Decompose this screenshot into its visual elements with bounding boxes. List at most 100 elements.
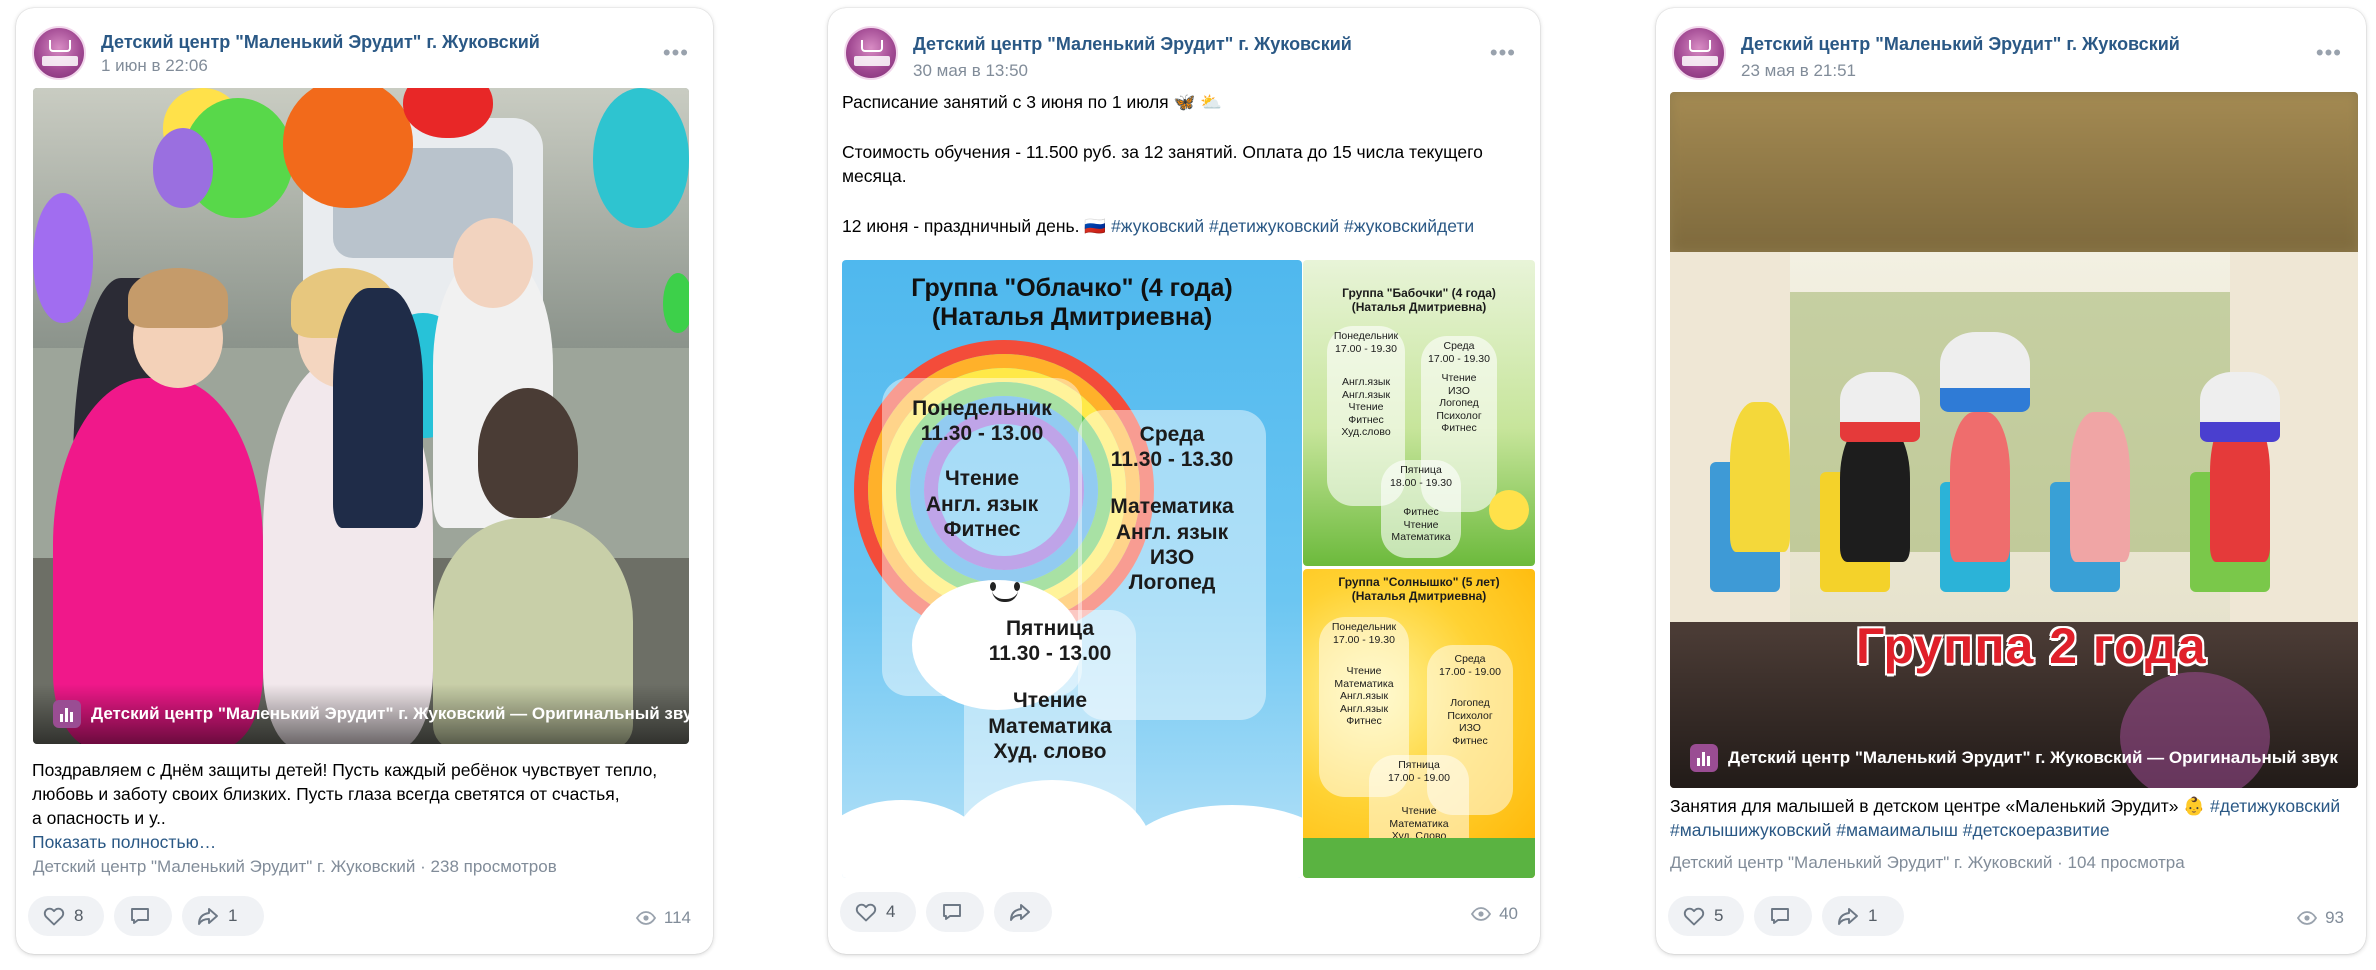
comment-icon — [1771, 908, 1789, 924]
views-counter: 114 — [635, 908, 691, 928]
balloon — [593, 88, 689, 228]
hashtag-links[interactable]: #жуковский #детижуковский #жуковскийдети — [1111, 216, 1474, 236]
actions-bar: 4 — [840, 892, 1080, 932]
post-author[interactable]: Детский центр "Маленький Эрудит" г. Жуко… — [1741, 34, 2180, 55]
schedule-title: Группа "Облачко" (4 года) (Наталья Дмитр… — [911, 274, 1233, 331]
more-icon[interactable]: ••• — [2316, 40, 2342, 66]
child — [1730, 402, 1790, 552]
share-button[interactable] — [994, 892, 1052, 932]
schedule-day: Среда 17.00 - 19.00 — [1439, 653, 1501, 678]
post-text-line: Расписание занятий с 3 июня по 1 июля 🦋 … — [842, 92, 1222, 112]
child-hair — [478, 388, 578, 518]
share-icon — [1838, 908, 1858, 925]
hashtag-links[interactable]: #малышижуковский #мамаималыш #детскоераз… — [1670, 818, 2350, 842]
more-icon[interactable]: ••• — [663, 40, 689, 66]
avatar[interactable] — [844, 26, 898, 80]
avatar[interactable] — [1672, 26, 1726, 80]
comment-button[interactable] — [114, 896, 172, 936]
balloon — [283, 88, 413, 208]
like-button[interactable]: 8 — [28, 896, 104, 936]
schedule-subjects: Чтение ИЗО Логопед Психолог Фитнес — [1436, 372, 1482, 435]
schedule-subjects: Логопед Психолог ИЗО Фитнес — [1447, 697, 1493, 747]
child-hair — [128, 268, 228, 328]
schedule-image-main[interactable]: Группа "Облачко" (4 года) (Наталья Дмитр… — [842, 260, 1302, 878]
balloon — [153, 128, 213, 208]
post-author[interactable]: Детский центр "Маленький Эрудит" г. Жуко… — [913, 34, 1352, 55]
schedule-day: Пятница 11.30 - 13.00 Чтение Математика … — [988, 617, 1112, 763]
views-counter: 40 — [1471, 904, 1518, 924]
balloon — [33, 193, 93, 323]
schedule-subjects: Чтение Математика Англ.язык Англ.язык Фи… — [1334, 665, 1394, 728]
schedule-day: Понедельник 17.00 - 19.30 — [1333, 330, 1399, 355]
post-text-line: а опасность и у.. — [32, 808, 166, 828]
share-button[interactable]: 1 — [1822, 896, 1904, 936]
schedule-day: Понедельник 11.30 - 13.00 Чтение Англ. я… — [912, 397, 1052, 541]
post-text-line: Занятия для малышей в детском центре «Ма… — [1670, 794, 2350, 818]
like-count: 8 — [74, 906, 84, 925]
child — [1840, 422, 1910, 562]
share-icon — [198, 908, 218, 925]
audio-track-label[interactable]: Детский центр "Маленький Эрудит" г. Жуко… — [91, 704, 689, 724]
post-text: Поздравляем с Днём защиты детей! Пусть к… — [32, 758, 697, 854]
schedule-image-butterflies[interactable]: Группа "Бабочки" (4 года) (Наталья Дмитр… — [1303, 260, 1535, 566]
heart-icon — [855, 903, 877, 922]
avatar[interactable] — [32, 26, 86, 80]
child-face — [453, 218, 533, 308]
paper-cloud — [2200, 372, 2280, 442]
share-button[interactable]: 1 — [182, 896, 264, 936]
schedule-subjects: Фитнес Чтение Математика — [1391, 506, 1451, 544]
post-author[interactable]: Детский центр "Маленький Эрудит" г. Жуко… — [101, 32, 540, 53]
post-card: Детский центр "Маленький Эрудит" г. Жуко… — [1656, 8, 2366, 954]
like-count: 5 — [1714, 906, 1724, 925]
child — [333, 288, 423, 528]
more-icon[interactable]: ••• — [1490, 40, 1516, 66]
post-stats: Детский центр "Маленький Эрудит" г. Жуко… — [1670, 853, 2185, 872]
like-button[interactable]: 5 — [1668, 896, 1744, 936]
like-button[interactable]: 4 — [840, 892, 916, 932]
post-date[interactable]: 23 мая в 21:51 — [1741, 61, 1856, 81]
post-header: Детский центр "Маленький Эрудит" г. Жуко… — [1672, 20, 2350, 80]
hashtag-link[interactable]: #детижуковский — [2210, 796, 2340, 816]
show-more-link[interactable]: Показать полностью… — [32, 830, 697, 854]
post-card: Детский центр "Маленький Эрудит" г. Жуко… — [16, 8, 713, 954]
schedule-day: Среда 17.00 - 19.30 — [1428, 340, 1490, 365]
video-player[interactable]: Группа 2 года Детский центр "Маленький Э… — [1670, 92, 2358, 788]
views-count: 114 — [663, 908, 691, 927]
schedule-day: Среда 11.30 - 13.30 Математика Англ. язы… — [1110, 423, 1234, 594]
audio-track-label[interactable]: Детский центр "Маленький Эрудит" г. Жуко… — [1728, 748, 2338, 768]
child — [2070, 412, 2130, 562]
comment-button[interactable] — [1754, 896, 1812, 936]
share-count: 1 — [228, 906, 238, 925]
eye-icon — [1471, 907, 1492, 921]
equalizer-icon — [53, 700, 81, 728]
video-caption: Группа 2 года — [1856, 618, 2207, 674]
like-count: 4 — [886, 902, 896, 921]
post-text-line: месяца. — [842, 166, 907, 186]
post-date[interactable]: 30 мая в 13:50 — [913, 61, 1028, 81]
share-icon — [1010, 904, 1030, 921]
post-date[interactable]: 1 июн в 22:06 — [101, 56, 208, 76]
equalizer-icon — [1690, 744, 1718, 772]
post-header: Детский центр "Маленький Эрудит" г. Жуко… — [32, 20, 697, 80]
child — [1950, 412, 2010, 562]
share-count: 1 — [1868, 906, 1878, 925]
comment-button[interactable] — [926, 892, 984, 932]
feed: Детский центр "Маленький Эрудит" г. Жуко… — [0, 0, 2376, 970]
heart-icon — [43, 907, 65, 926]
schedule-day: Пятница 18.00 - 19.30 — [1390, 464, 1452, 489]
schedule-image-sunshine[interactable]: Группа "Солнышко" (5 лет) (Наталья Дмитр… — [1303, 569, 1535, 878]
holiday-text: 12 июня - праздничный день. 🇷🇺 — [842, 216, 1107, 236]
comment-icon — [131, 908, 149, 924]
post-text-line: любовь и заботу своих близких. Пусть гла… — [32, 784, 620, 804]
eye-icon — [635, 911, 656, 925]
schedule-subjects: Англ.язык Англ.язык Чтение Фитнес Худ.сл… — [1341, 376, 1391, 439]
eye-icon — [2297, 911, 2318, 925]
schedule-title: Группа "Бабочки" (4 года) (Наталья Дмитр… — [1342, 286, 1496, 315]
post-text-line: Поздравляем с Днём защиты детей! Пусть к… — [32, 760, 658, 780]
actions-bar: 5 1 — [1668, 896, 1968, 936]
schedule-title: Группа "Солнышко" (5 лет) (Наталья Дмитр… — [1338, 575, 1500, 604]
views-count: 40 — [1499, 904, 1518, 923]
post-stats: Детский центр "Маленький Эрудит" г. Жуко… — [33, 857, 557, 876]
video-player[interactable]: Детский центр "Маленький Эрудит" г. Жуко… — [33, 88, 689, 744]
paper-cloud — [1940, 332, 2030, 412]
